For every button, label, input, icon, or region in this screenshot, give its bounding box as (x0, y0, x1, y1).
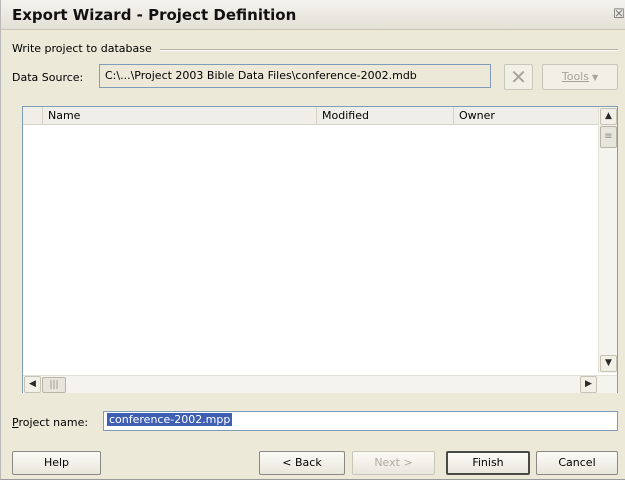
close-x-icon: ✕ (510, 65, 527, 89)
window-title: Export Wizard - Project Definition (12, 6, 297, 24)
project-name-value: conference-2002.mpp (107, 413, 233, 426)
export-wizard-dialog: Export Wizard - Project Definition ☒ Wri… (0, 0, 625, 480)
group-divider (160, 49, 618, 51)
project-name-input[interactable]: conference-2002.mpp (103, 411, 618, 431)
data-source-field: C:\...\Project 2003 Bible Data Files\con… (99, 64, 491, 88)
scroll-up-icon[interactable]: ▲ (600, 108, 617, 125)
chevron-down-icon: ▼ (591, 73, 599, 82)
group-label: Write project to database (12, 42, 152, 55)
delete-button[interactable]: ✕ (504, 64, 533, 90)
column-header-name[interactable]: Name (43, 107, 317, 125)
close-icon[interactable]: ☒ (613, 8, 625, 22)
back-button[interactable]: < Back (259, 451, 345, 475)
finish-button-label: Finish (472, 456, 504, 469)
column-header-modified[interactable]: Modified (317, 107, 454, 125)
vertical-scroll-thumb[interactable]: ≡ (600, 126, 617, 148)
horizontal-scroll-thumb[interactable]: ||| (42, 377, 66, 393)
row-selector-header (23, 107, 43, 125)
horizontal-scrollbar[interactable]: ◀ ||| ▶ (23, 375, 617, 393)
data-source-label: Data Source: (12, 71, 84, 84)
next-button[interactable]: Next > (352, 451, 435, 475)
cancel-button[interactable]: Cancel (536, 451, 618, 475)
scroll-left-icon[interactable]: ◀ (24, 376, 41, 393)
tools-button-label: Tools (561, 70, 589, 83)
help-button[interactable]: Help (12, 451, 101, 475)
list-header: Name Modified Owner (23, 107, 598, 125)
scroll-right-icon[interactable]: ▶ (580, 376, 597, 393)
cancel-button-label: Cancel (558, 456, 596, 469)
vertical-scrollbar[interactable]: ▲ ≡ ▼ (598, 107, 617, 373)
back-button-label: < Back (282, 456, 322, 469)
column-header-owner[interactable]: Owner (454, 107, 598, 125)
project-name-label-rest: roject name: (18, 416, 89, 429)
scroll-down-icon[interactable]: ▼ (600, 355, 617, 372)
project-name-label: Project name: (12, 416, 88, 429)
database-project-list[interactable]: Name Modified Owner ▲ ≡ ▼ ◀ ||| ▶ (22, 106, 618, 393)
finish-button[interactable]: Finish (446, 451, 530, 475)
tools-button[interactable]: Tools ▼ (542, 64, 618, 90)
title-bar[interactable]: Export Wizard - Project Definition ☒ (1, 0, 625, 30)
help-button-label: Help (43, 456, 70, 469)
next-button-label: Next > (374, 456, 413, 469)
